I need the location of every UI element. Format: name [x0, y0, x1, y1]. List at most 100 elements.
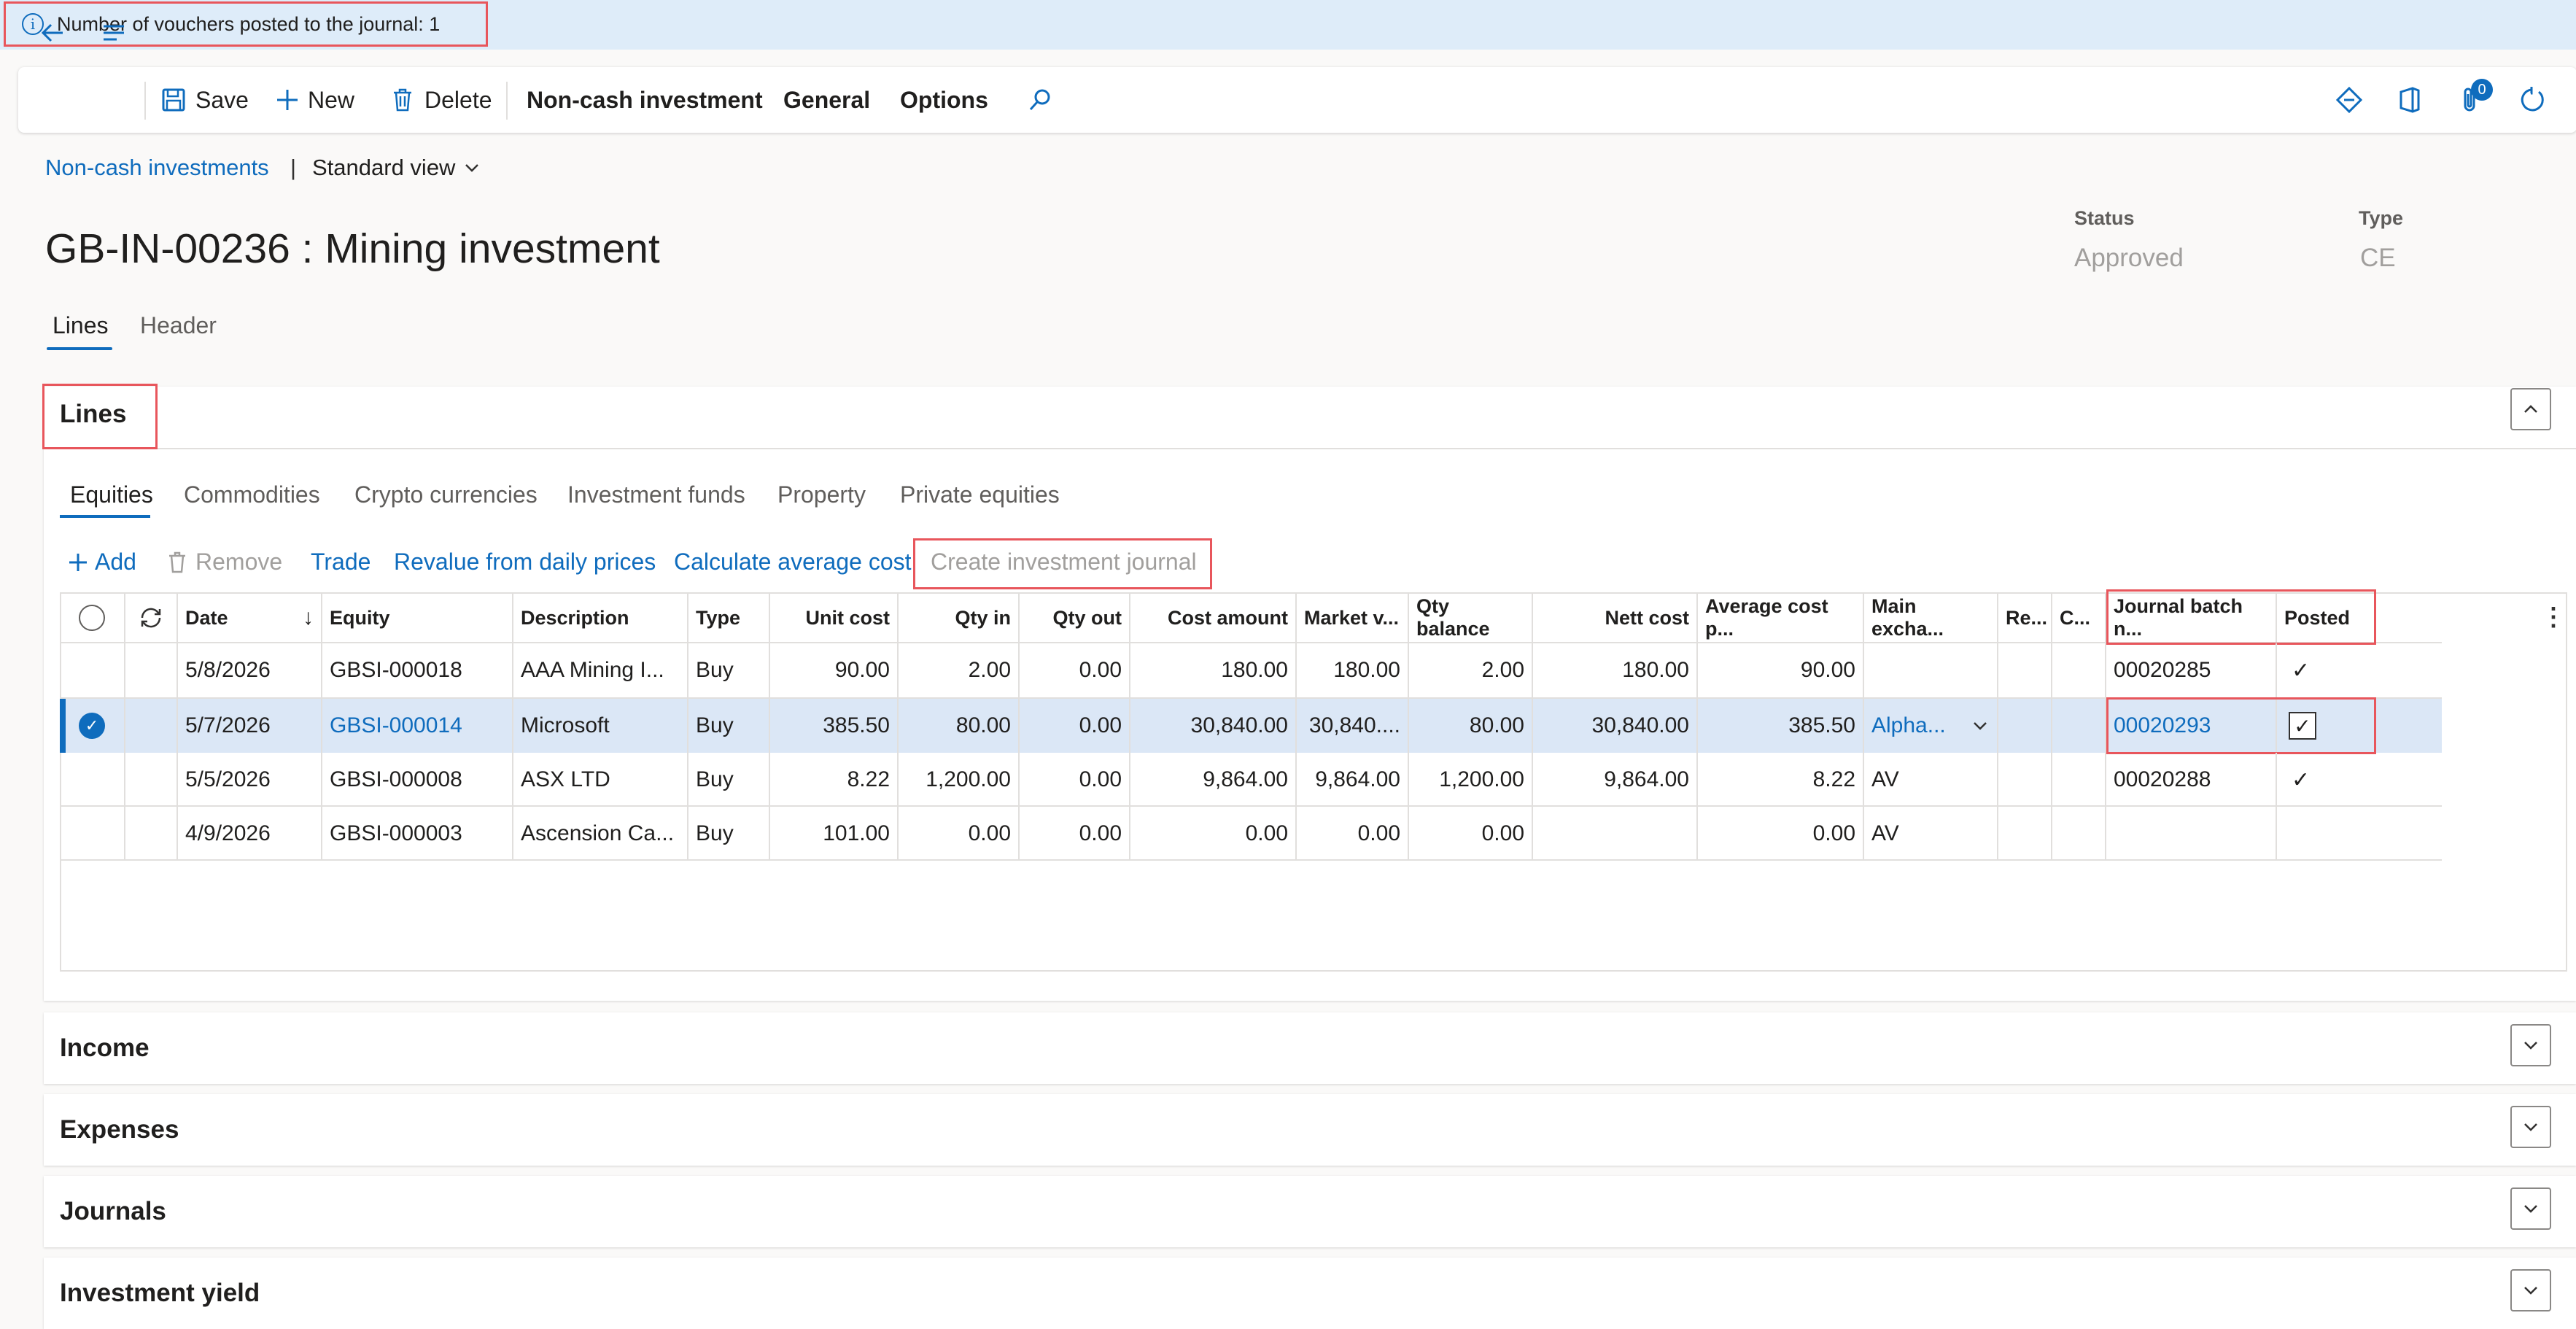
tab-lines[interactable]: Lines [53, 312, 109, 339]
cell-qty-in[interactable]: 80.00 [899, 699, 1020, 753]
column-header-unit-cost[interactable]: Unit cost [770, 592, 899, 643]
refresh-column[interactable] [125, 592, 178, 643]
cell-c[interactable] [2052, 753, 2106, 807]
cell-cost-amount[interactable]: 30,840.00 [1130, 699, 1297, 753]
new-button[interactable]: New [274, 67, 354, 133]
investment-yield-section[interactable] [44, 1258, 2576, 1329]
cell-market-value[interactable]: 0.00 [1297, 807, 1409, 861]
cell-average-cost[interactable]: 90.00 [1698, 643, 1864, 697]
cell-date[interactable]: 4/9/2026 [178, 807, 322, 861]
income-section[interactable] [44, 1012, 2576, 1084]
column-header-qty-in[interactable]: Qty in [899, 592, 1020, 643]
subtab-commodities[interactable]: Commodities [184, 481, 320, 508]
cell-qty-out[interactable]: 0.00 [1020, 807, 1130, 861]
column-header-type[interactable]: Type [688, 592, 770, 643]
cell-nett-cost[interactable]: 9,864.00 [1533, 753, 1698, 807]
menu-general[interactable]: General [783, 67, 870, 133]
power-apps-button[interactable] [2335, 67, 2363, 133]
cell-market-value[interactable]: 30,840.... [1297, 699, 1409, 753]
select-all-radio[interactable] [79, 605, 105, 631]
cell-c[interactable] [2052, 699, 2106, 753]
cell-re[interactable] [1998, 807, 2052, 861]
cell-main-exchange-dropdown[interactable]: Alpha... [1864, 699, 1998, 753]
subtab-investment-funds[interactable]: Investment funds [567, 481, 745, 508]
cell-date[interactable]: 5/5/2026 [178, 753, 322, 807]
column-header-date[interactable]: Date ↓ [178, 592, 322, 643]
row-selector[interactable] [60, 643, 125, 697]
cell-qty-out[interactable]: 0.00 [1020, 753, 1130, 807]
breadcrumb-link[interactable]: Non-cash investments [45, 155, 269, 181]
subtab-equities[interactable]: Equities [70, 481, 153, 508]
cell-qty-in[interactable]: 0.00 [899, 807, 1020, 861]
subtab-property[interactable]: Property [777, 481, 866, 508]
column-header-main-exchange[interactable]: Main excha... [1864, 592, 1998, 643]
expand-expenses-button[interactable] [2510, 1106, 2551, 1148]
chevron-down-icon[interactable] [1971, 716, 1990, 735]
cell-qty-in[interactable]: 2.00 [899, 643, 1020, 697]
column-header-description[interactable]: Description [513, 592, 688, 643]
cell-qty-balance[interactable]: 1,200.00 [1409, 753, 1533, 807]
trade-button[interactable]: Trade [311, 549, 371, 576]
cell-description[interactable]: Ascension Ca... [513, 807, 688, 861]
expenses-section[interactable] [44, 1094, 2576, 1166]
column-header-nett-cost[interactable]: Nett cost [1533, 592, 1698, 643]
revalue-button[interactable]: Revalue from daily prices [394, 549, 656, 576]
save-button[interactable]: Save [160, 67, 249, 133]
cell-average-cost[interactable]: 0.00 [1698, 807, 1864, 861]
cell-journal-batch[interactable]: 00020285 [2106, 643, 2277, 697]
cell-qty-balance[interactable]: 0.00 [1409, 807, 1533, 861]
cell-main-exchange[interactable]: AV [1864, 753, 1998, 807]
cell-journal-batch[interactable] [2106, 807, 2277, 861]
cell-posted[interactable] [2277, 807, 2442, 861]
journals-section[interactable] [44, 1176, 2576, 1247]
row-selector[interactable] [60, 753, 125, 807]
cell-posted[interactable]: ✓ [2277, 643, 2442, 697]
cell-unit-cost[interactable]: 8.22 [770, 753, 899, 807]
cell-market-value[interactable]: 180.00 [1297, 643, 1409, 697]
view-selector[interactable]: Standard view [312, 155, 481, 181]
cell-qty-in[interactable]: 1,200.00 [899, 753, 1020, 807]
cell-unit-cost[interactable]: 101.00 [770, 807, 899, 861]
subtab-private-equities[interactable]: Private equities [900, 481, 1060, 508]
cell-unit-cost[interactable]: 90.00 [770, 643, 899, 697]
column-header-qty-out[interactable]: Qty out [1020, 592, 1130, 643]
column-header-qty-balance[interactable]: Qty balance [1409, 592, 1533, 643]
cell-cost-amount[interactable]: 180.00 [1130, 643, 1297, 697]
cell-qty-balance[interactable]: 80.00 [1409, 699, 1533, 753]
income-section-title[interactable]: Income [60, 1034, 150, 1063]
search-button[interactable] [1027, 67, 1053, 133]
cell-qty-balance[interactable]: 2.00 [1409, 643, 1533, 697]
journals-section-title[interactable]: Journals [60, 1197, 166, 1226]
cell-journal-batch[interactable]: 00020288 [2106, 753, 2277, 807]
cell-date[interactable]: 5/8/2026 [178, 643, 322, 697]
cell-description[interactable]: Microsoft [513, 699, 688, 753]
cell-equity[interactable]: GBSI-000018 [322, 643, 513, 697]
collapse-lines-button[interactable] [2510, 388, 2551, 430]
cell-equity-link[interactable]: GBSI-000014 [322, 699, 513, 753]
menu-non-cash-investment[interactable]: Non-cash investment [527, 67, 763, 133]
subtab-crypto-currencies[interactable]: Crypto currencies [354, 481, 538, 508]
cell-re[interactable] [1998, 753, 2052, 807]
cell-average-cost[interactable]: 385.50 [1698, 699, 1864, 753]
cell-main-exchange[interactable]: AV [1864, 807, 1998, 861]
refresh-button[interactable] [2518, 67, 2547, 133]
row-selector[interactable]: ✓ [60, 699, 125, 753]
investment-yield-section-title[interactable]: Investment yield [60, 1279, 260, 1308]
column-header-equity[interactable]: Equity [322, 592, 513, 643]
menu-options[interactable]: Options [900, 67, 988, 133]
delete-button[interactable]: Delete [389, 67, 492, 133]
expand-journals-button[interactable] [2510, 1187, 2551, 1230]
remove-line-button[interactable]: Remove [166, 549, 282, 576]
expand-income-button[interactable] [2510, 1024, 2551, 1066]
cell-date[interactable]: 5/7/2026 [178, 699, 322, 753]
cell-equity[interactable]: GBSI-000003 [322, 807, 513, 861]
cell-type[interactable]: Buy [688, 807, 770, 861]
cell-qty-out[interactable]: 0.00 [1020, 643, 1130, 697]
cell-c[interactable] [2052, 807, 2106, 861]
cell-nett-cost[interactable]: 30,840.00 [1533, 699, 1698, 753]
cell-cost-amount[interactable]: 9,864.00 [1130, 753, 1297, 807]
cell-cost-amount[interactable]: 0.00 [1130, 807, 1297, 861]
cell-posted[interactable]: ✓ [2277, 753, 2442, 807]
cell-type[interactable]: Buy [688, 699, 770, 753]
add-line-button[interactable]: Add [67, 549, 136, 576]
